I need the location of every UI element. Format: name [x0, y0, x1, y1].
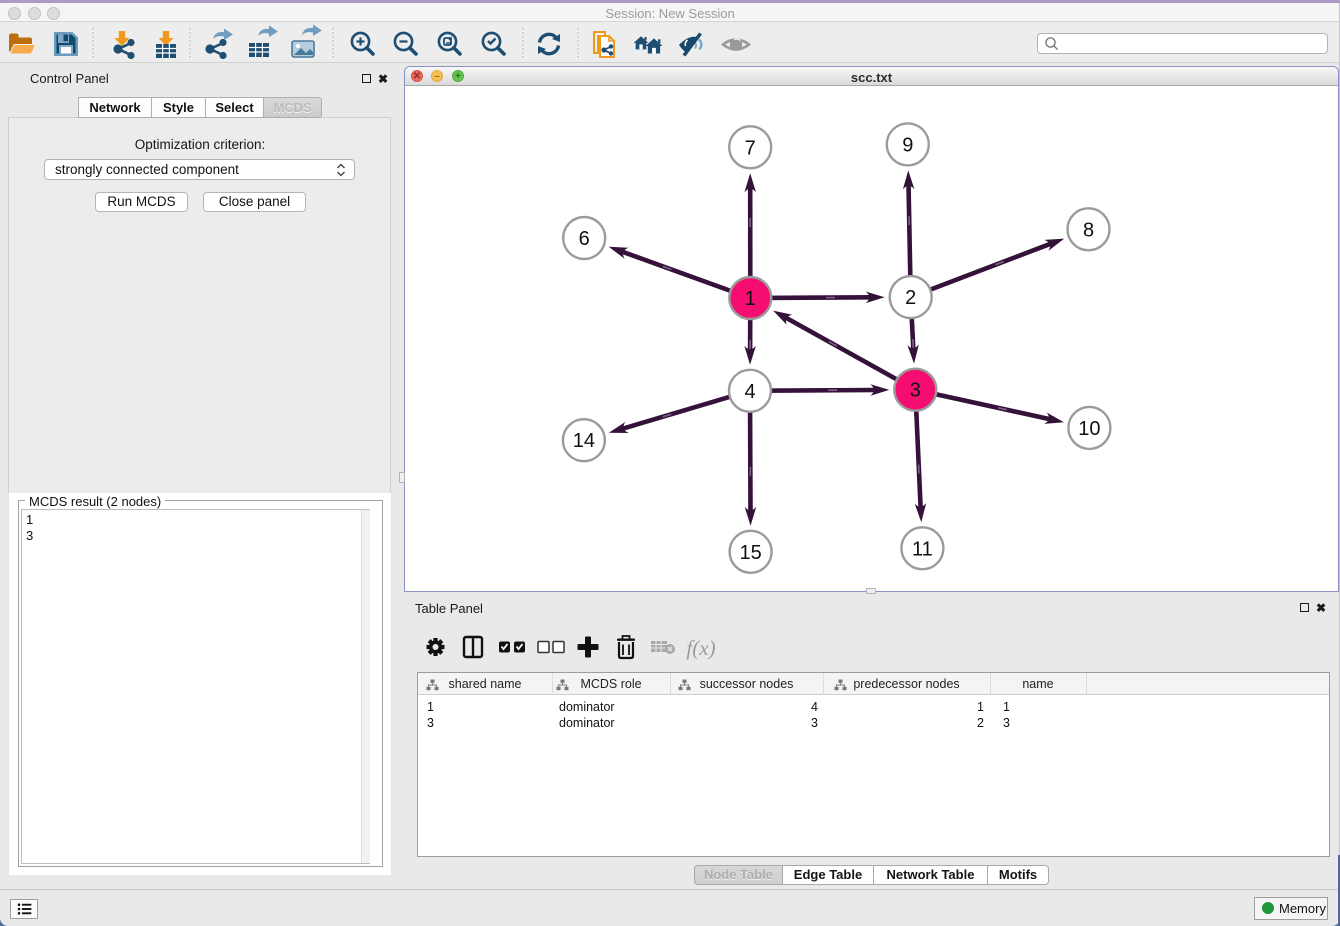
svg-text:f(x): f(x) — [686, 636, 715, 660]
svg-text:6: 6 — [579, 228, 590, 250]
svg-text:14: 14 — [573, 430, 595, 452]
svg-text:15: 15 — [739, 542, 761, 564]
svg-text:1: 1 — [745, 288, 756, 310]
svg-text:8: 8 — [1083, 219, 1094, 241]
svg-text:7: 7 — [745, 137, 756, 159]
svg-text:4: 4 — [744, 381, 755, 403]
svg-text:3: 3 — [910, 380, 921, 402]
svg-text:9: 9 — [902, 134, 913, 156]
svg-text:11: 11 — [912, 538, 933, 560]
svg-text:2: 2 — [905, 287, 916, 309]
svg-text:10: 10 — [1078, 418, 1100, 440]
